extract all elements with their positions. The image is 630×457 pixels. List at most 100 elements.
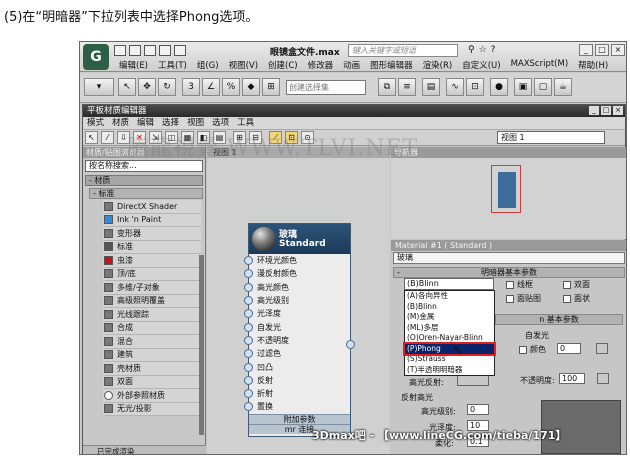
shader-dropdown[interactable]: (B)Blinn [404,278,494,290]
opacity-map-button[interactable] [597,373,609,384]
material-node[interactable]: 玻璃 Standard 环境光颜色 漫反射颜色 高光颜色 高光级别 光泽度 自发… [244,223,355,437]
max-logo-icon[interactable]: G [83,44,109,70]
checkbox-box[interactable] [506,294,514,303]
shader-option-strauss[interactable]: (S)Strauss [405,354,494,365]
material-name-field[interactable]: 玻璃 [393,252,625,264]
input-socket-icon[interactable] [244,362,253,372]
help-icon[interactable]: ? [491,45,496,55]
select-object-icon[interactable]: ↖ [118,78,136,96]
render-frame-icon[interactable]: ▢ [534,78,552,96]
list-item[interactable]: 双面 [103,375,201,389]
shader-option-multilayer[interactable]: (ML)多层 [405,323,494,334]
node-port[interactable]: 高光颜色 [244,281,350,294]
self-illum-color-checkbox[interactable]: 颜色 [519,344,546,355]
render-setup-icon[interactable]: ▣ [514,78,532,96]
input-socket-icon[interactable] [244,349,253,359]
view-select-dropdown[interactable]: 视图 1 [497,131,605,144]
self-illum-map-button[interactable] [596,343,608,354]
menu-customize[interactable]: 自定义(U) [457,59,505,71]
shader-option-phong[interactable]: (P)Phong [403,341,496,356]
output-socket-icon[interactable] [346,340,355,349]
input-socket-icon[interactable] [244,256,253,266]
input-socket-icon[interactable] [244,335,253,345]
undo-icon[interactable] [159,45,171,56]
slate-menu-material[interactable]: 材质 [108,117,133,129]
category-materials[interactable]: - 材质 [85,175,203,186]
save-file-icon[interactable] [144,45,156,56]
schematic-view-icon[interactable]: ⊡ [466,78,484,96]
menu-tools[interactable]: 工具(T) [153,59,192,71]
slate-menu-tools[interactable]: 工具 [233,117,258,129]
shader-dropdown-list[interactable]: (A)各向异性 (B)Blinn (M)金属 (ML)多层 (O)Oren-Na… [403,290,496,376]
curve-editor-icon[interactable]: ∿ [446,78,464,96]
node-port[interactable]: 漫反射颜色 [244,267,350,280]
menu-maxscript[interactable]: MAXScript(M) [506,59,574,71]
input-socket-icon[interactable] [244,309,253,319]
node-port[interactable]: 光泽度 [244,307,350,320]
input-socket-icon[interactable] [244,375,253,385]
node-port[interactable]: 反射 [244,374,350,387]
list-item[interactable]: 高级照明覆盖 [103,294,201,308]
shader-option-oren-nayar[interactable]: (O)Oren-Nayar-Blinn [405,333,494,344]
node-port[interactable]: 置换 [244,400,350,413]
move-icon[interactable]: ✥ [138,78,156,96]
list-item[interactable]: 标准 [103,240,201,254]
menu-graph-editors[interactable]: 图形编辑器 [365,59,418,71]
input-socket-icon[interactable] [244,269,253,279]
rollout-basic-params[interactable]: n 基本参数 [495,314,623,325]
slate-menu-view[interactable]: 视图 [183,117,208,129]
selection-filter-icon[interactable]: ▾ [84,78,114,96]
new-file-icon[interactable] [114,45,126,56]
layer-manager-icon[interactable]: ▤ [422,78,440,96]
menu-modifiers[interactable]: 修改器 [303,59,339,71]
checkbox-box[interactable] [506,280,514,289]
slate-maximize-icon[interactable]: □ [601,106,611,115]
two-sided-checkbox[interactable]: 双面 [563,279,590,290]
list-item[interactable]: 壳材质 [103,362,201,376]
face-map-checkbox[interactable]: 面贴图 [506,293,541,304]
shader-option-anisotropic[interactable]: (A)各向异性 [405,291,494,302]
search-input[interactable]: 键入关键字或短语 [348,44,458,57]
specular-color-swatch[interactable] [457,375,489,386]
percent-snap-icon[interactable]: % [222,78,240,96]
list-item[interactable]: 虫漆 [103,254,201,268]
menu-create[interactable]: 创建(C) [263,59,303,71]
self-illum-spinner[interactable]: 0 [557,343,581,354]
slate-close-icon[interactable]: × [613,106,623,115]
close-icon[interactable]: × [611,44,625,56]
star-icon[interactable]: ☆ [479,45,487,55]
list-item[interactable]: 外部参照材质 [103,389,201,403]
edit-named-selection-icon[interactable]: ⊞ [262,78,280,96]
rotate-icon[interactable]: ↻ [158,78,176,96]
opacity-spinner[interactable]: 100 [559,373,585,384]
node-header[interactable]: 玻璃 Standard [249,224,350,254]
list-item[interactable]: 合成 [103,321,201,335]
rollout-shader-basic[interactable]: - 明暗器基本参数 [393,267,625,278]
list-item[interactable]: Ink 'n Paint [103,213,201,227]
slate-menu-options[interactable]: 选项 [208,117,233,129]
spec-level-spinner[interactable]: 0 [467,404,489,415]
render-icon[interactable]: ☕ [554,78,572,96]
menu-edit[interactable]: 编辑(E) [114,59,153,71]
redo-icon[interactable] [174,45,186,56]
list-item[interactable]: DirectX Shader [103,200,201,214]
material-editor-icon[interactable]: ● [490,78,508,96]
node-port[interactable]: 凹凸 [244,360,350,373]
node-port[interactable]: 不透明度 [244,334,350,347]
node-port[interactable]: 过滤色 [244,347,350,360]
minimize-icon[interactable]: _ [579,44,593,56]
slate-menu-select[interactable]: 选择 [158,117,183,129]
menu-rendering[interactable]: 渲染(R) [418,59,458,71]
menu-group[interactable]: 组(G) [192,59,224,71]
angle-snap-icon[interactable]: ∠ [202,78,220,96]
slate-menu-edit[interactable]: 编辑 [133,117,158,129]
node-port[interactable]: 自发光 [244,320,350,333]
slate-minimize-icon[interactable]: _ [589,106,599,115]
navigator-viewport[interactable] [491,165,521,213]
checkbox-box[interactable] [563,294,571,303]
binoculars-icon[interactable]: ⚲ [468,45,475,55]
open-file-icon[interactable] [129,45,141,56]
spinner-snap-icon[interactable]: ◆ [242,78,260,96]
input-socket-icon[interactable] [244,402,253,412]
list-item[interactable]: 变形器 [103,227,201,241]
